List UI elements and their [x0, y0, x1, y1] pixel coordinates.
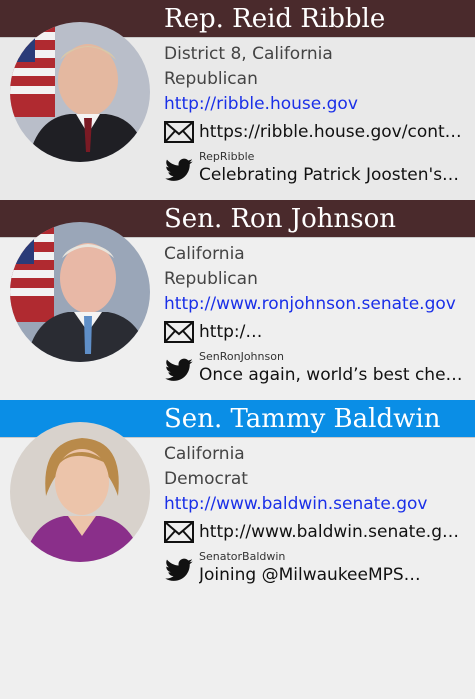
- rep-contact-row[interactable]: https://ribble.house.gov/contac…: [164, 118, 469, 146]
- twitter-bird-icon: [165, 358, 193, 381]
- rep-photo: [10, 22, 150, 162]
- rep-location: California: [164, 444, 245, 464]
- rep-card[interactable]: Sen. Ron Johnson California Republican h: [0, 200, 475, 400]
- rep-info: California Republican http://www.ronjohn…: [164, 242, 469, 388]
- rep-twitter-handle: SenatorBaldwin: [199, 550, 286, 563]
- rep-party: Republican: [164, 69, 258, 89]
- rep-card[interactable]: Rep. Reid Ribble District 8, California …: [0, 0, 475, 200]
- mail-icon: [164, 321, 194, 343]
- rep-website-link[interactable]: http://ribble.house.gov: [164, 92, 469, 117]
- rep-contact-url: https://ribble.house.gov/contac…: [199, 122, 469, 142]
- rep-info: District 8, California Republican http:/…: [164, 42, 469, 188]
- rep-contact-url: http://www.baldwin.senate.gov…: [199, 522, 469, 542]
- rep-name: Sen. Ron Johnson: [164, 204, 397, 234]
- rep-tweet-text: Celebrating Patrick Joosten's…: [199, 165, 460, 185]
- rep-location: District 8, California: [164, 44, 333, 64]
- rep-info: California Democrat http://www.baldwin.s…: [164, 442, 469, 588]
- rep-website-link[interactable]: http://www.ronjohnson.senate.gov: [164, 292, 469, 317]
- mail-icon: [164, 121, 194, 143]
- representative-list: Rep. Reid Ribble District 8, California …: [0, 0, 475, 600]
- rep-tweet-text: Once again, world’s best cheese…: [199, 365, 469, 385]
- rep-name: Rep. Reid Ribble: [164, 4, 386, 34]
- rep-photo: [10, 222, 150, 362]
- rep-contact-row[interactable]: http:/…: [164, 318, 469, 346]
- rep-contact-row[interactable]: http://www.baldwin.senate.gov…: [164, 518, 469, 546]
- twitter-bird-icon: [165, 558, 193, 581]
- rep-contact-url: http:/…: [199, 322, 263, 342]
- twitter-bird-icon: [165, 158, 193, 181]
- rep-name: Sen. Tammy Baldwin: [164, 404, 441, 434]
- rep-location: California: [164, 244, 245, 264]
- rep-photo: [10, 422, 150, 562]
- rep-party: Democrat: [164, 469, 248, 489]
- rep-card[interactable]: Sen. Tammy Baldwin California Democrat h…: [0, 400, 475, 600]
- rep-tweet-row[interactable]: RepRibble Celebrating Patrick Joosten's…: [164, 150, 469, 188]
- rep-tweet-text: Joining @MilwaukeeMPS…: [199, 565, 421, 585]
- rep-tweet-row[interactable]: SenatorBaldwin Joining @MilwaukeeMPS…: [164, 550, 469, 588]
- rep-tweet-row[interactable]: SenRonJohnson Once again, world’s best c…: [164, 350, 469, 388]
- rep-twitter-handle: SenRonJohnson: [199, 350, 284, 363]
- rep-party: Republican: [164, 269, 258, 289]
- rep-twitter-handle: RepRibble: [199, 150, 255, 163]
- mail-icon: [164, 521, 194, 543]
- rep-website-link[interactable]: http://www.baldwin.senate.gov: [164, 492, 469, 517]
